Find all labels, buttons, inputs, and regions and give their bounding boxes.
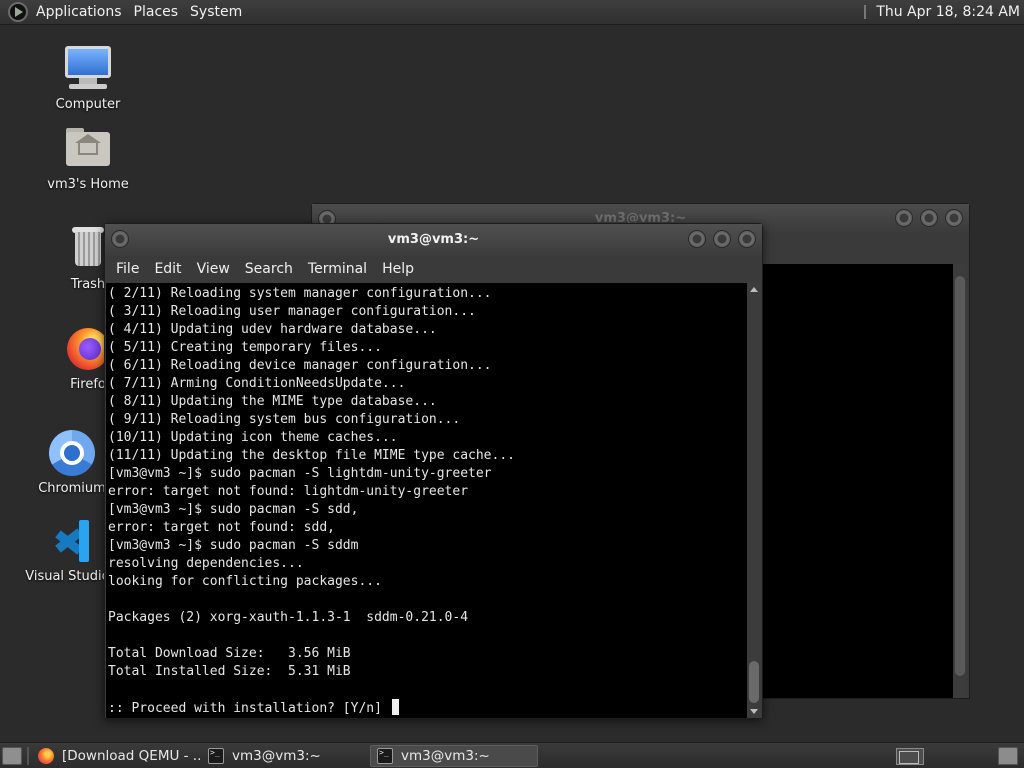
minimize-button[interactable] — [688, 230, 706, 248]
text-cursor — [391, 699, 399, 715]
menu-help[interactable]: Help — [375, 261, 422, 277]
terminal-prompt-line[interactable]: :: Proceed with installation? [Y/n] — [108, 699, 748, 717]
desktop-icon-home[interactable]: vm3's Home — [33, 124, 143, 192]
panel-separator — [27, 747, 29, 765]
close-button[interactable] — [945, 209, 963, 227]
home-folder-icon — [63, 124, 113, 174]
terminal-line: error: target not found: lightdm-unity-g… — [108, 484, 469, 499]
menu-terminal[interactable]: Terminal — [301, 261, 375, 277]
maximize-button[interactable] — [713, 230, 731, 248]
menu-system[interactable]: System — [186, 4, 250, 20]
menu-places[interactable]: Places — [130, 4, 187, 20]
terminal-line: ( 6/11) Reloading device manager configu… — [108, 358, 492, 373]
terminal-line: error: target not found: sdd, — [108, 520, 335, 535]
terminal-line: ( 3/11) Reloading user manager configura… — [108, 304, 476, 319]
terminal-line: ( 4/11) Updating udev hardware database.… — [108, 322, 437, 337]
terminal-line: Packages (2) xorg-xauth-1.1.3-1 sddm-0.2… — [108, 610, 469, 625]
maximize-button[interactable] — [920, 209, 938, 227]
window-titlebar[interactable]: vm3@vm3:~ — [105, 224, 762, 256]
scrollbar-thumb[interactable] — [749, 661, 759, 703]
terminal-line: [vm3@vm3 ~]$ sudo pacman -S lightdm-unit… — [108, 466, 492, 481]
terminal-line: Total Download Size: 3.56 MiB — [108, 646, 351, 661]
taskbar-item-label: vm3@vm3:~ — [401, 748, 490, 764]
scroll-down-arrow-icon[interactable] — [750, 709, 758, 714]
taskbar-item-label: [Download QEMU - ... — [62, 748, 202, 764]
terminal-line: ( 8/11) Updating the MIME type database.… — [108, 394, 437, 409]
terminal-line: looking for conflicting packages... — [108, 574, 382, 589]
terminal-line: ( 5/11) Creating temporary files... — [108, 340, 382, 355]
terminal-output[interactable] — [762, 264, 955, 698]
computer-icon — [63, 44, 113, 94]
window-menu-button[interactable] — [111, 230, 129, 248]
desktop-icon-label: vm3's Home — [47, 177, 129, 192]
distro-logo-icon[interactable] — [8, 2, 28, 22]
window-controls — [895, 209, 963, 227]
terminal-line: [vm3@vm3 ~]$ sudo pacman -S sddm — [108, 538, 359, 553]
terminal-line: resolving dependencies... — [108, 556, 304, 571]
prompt-text: :: Proceed with installation? [Y/n] — [108, 701, 390, 716]
window-title: vm3@vm3:~ — [387, 232, 480, 247]
terminal-line: ( 9/11) Reloading system bus configurati… — [108, 412, 461, 427]
terminal-line: [vm3@vm3 ~]$ sudo pacman -S sdd, — [108, 502, 359, 517]
terminal-window[interactable]: vm3@vm3:~ File Edit View Search Terminal… — [104, 223, 763, 719]
desktop-icon-computer[interactable]: Computer — [33, 44, 143, 112]
show-desktop-icon[interactable] — [2, 747, 22, 765]
menu-edit[interactable]: Edit — [147, 261, 189, 277]
terminal-line: (11/11) Updating the desktop file MIME t… — [108, 448, 515, 463]
terminal-icon — [208, 748, 224, 764]
menu-applications[interactable]: Applications — [32, 4, 130, 20]
scrollbar[interactable] — [953, 264, 967, 698]
minimize-button[interactable] — [895, 209, 913, 227]
vscode-icon — [49, 516, 99, 566]
menu-file[interactable]: File — [109, 261, 147, 277]
top-panel: Applications Places System Thu Apr 18, 8… — [0, 0, 1024, 25]
workspace-switcher[interactable] — [896, 748, 924, 765]
taskbar-item-terminal[interactable]: vm3@vm3:~ — [202, 745, 368, 767]
terminal-menubar: File Edit View Search Terminal Help — [105, 256, 762, 282]
terminal-line: ( 2/11) Reloading system manager configu… — [108, 286, 492, 301]
scrollbar-thumb[interactable] — [955, 276, 965, 676]
bottom-panel: [Download QEMU - ... vm3@vm3:~ vm3@vm3:~ — [0, 742, 1024, 768]
terminal-icon — [377, 748, 393, 764]
scroll-up-arrow-icon[interactable] — [750, 287, 758, 292]
clock-separator — [864, 5, 867, 19]
terminal-line: ( 7/11) Arming ConditionNeedsUpdate... — [108, 376, 406, 391]
taskbar-item-terminal-active[interactable]: vm3@vm3:~ — [370, 745, 538, 767]
close-button[interactable] — [738, 230, 756, 248]
taskbar-item-firefox[interactable]: [Download QEMU - ... — [32, 745, 202, 767]
chromium-icon — [47, 428, 97, 478]
taskbar-item-label: vm3@vm3:~ — [232, 748, 321, 764]
terminal-line: Total Installed Size: 5.31 MiB — [108, 664, 351, 679]
firefox-icon — [38, 748, 54, 764]
window-controls — [688, 230, 756, 248]
menu-search[interactable]: Search — [238, 261, 301, 277]
clock[interactable]: Thu Apr 18, 8:24 AM — [876, 4, 1020, 20]
scrollbar[interactable] — [747, 283, 761, 718]
desktop-icon-label: Computer — [55, 97, 121, 112]
menu-view[interactable]: View — [190, 261, 238, 277]
trash-applet-icon[interactable] — [998, 747, 1018, 765]
terminal-line: (10/11) Updating icon theme caches... — [108, 430, 398, 445]
terminal-output[interactable]: ( 2/11) Reloading system manager configu… — [106, 283, 748, 718]
